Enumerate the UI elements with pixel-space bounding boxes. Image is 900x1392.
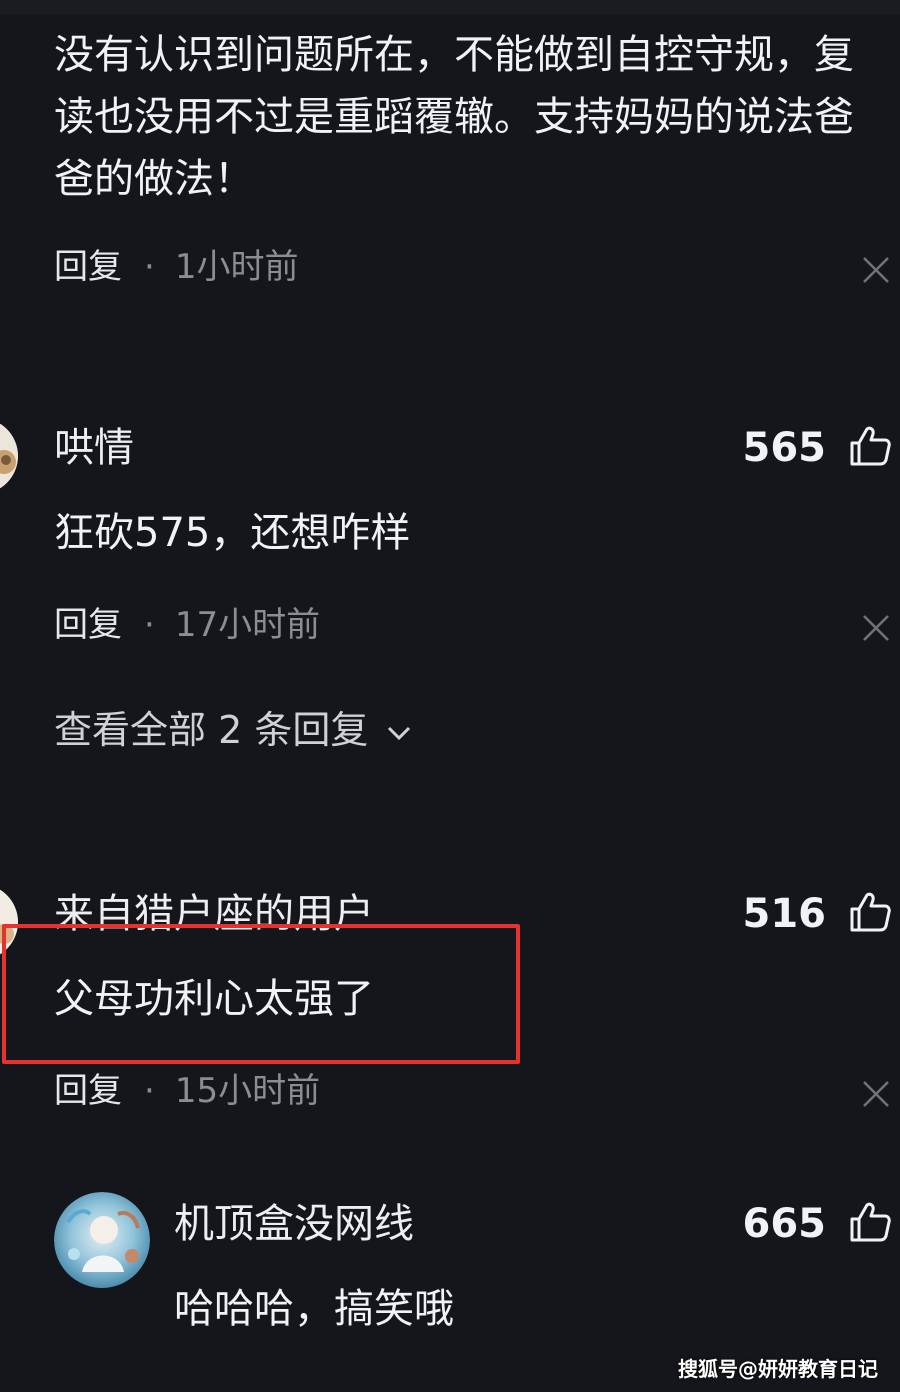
thumbs-up-icon[interactable] [848, 890, 892, 934]
comment-text-line: 读也没用不过是重蹈覆辙。支持妈妈的说法爸 [54, 94, 854, 140]
thumbs-up-icon[interactable] [848, 424, 892, 468]
reply-button[interactable]: 回复 [54, 605, 122, 645]
avatar-image [0, 423, 18, 489]
comment-time: 17小时前 [174, 605, 321, 645]
view-replies-label: 查看全部 2 条回复 [54, 708, 369, 752]
like-count: 665 [742, 1201, 827, 1247]
avatar[interactable] [54, 1192, 150, 1288]
view-all-replies-link[interactable]: 查看全部 2 条回复 [54, 706, 414, 754]
comment-time: 1小时前 [174, 247, 299, 287]
comment-meta: 回复 · 17小时前 [54, 603, 320, 647]
meta-separator: · [144, 247, 155, 287]
comment-meta: 回复 · 1小时前 [54, 245, 298, 289]
comment-text: 没有认识到问题所在，不能做到自控守规，复 读也没用不过是重蹈覆辙。支持妈妈的说法… [54, 24, 900, 210]
close-icon[interactable] [861, 1079, 891, 1109]
watermark: 搜狐号@妍妍教育日记 [678, 1357, 878, 1381]
reply-button[interactable]: 回复 [54, 247, 122, 287]
like-count: 565 [742, 425, 827, 471]
comment-text: 哈哈哈，搞笑哦 [174, 1286, 454, 1332]
username[interactable]: 机顶盒没网线 [174, 1200, 414, 1248]
close-icon[interactable] [861, 613, 891, 643]
meta-separator: · [144, 1071, 155, 1111]
comment-feed: 没有认识到问题所在，不能做到自控守规，复 读也没用不过是重蹈覆辙。支持妈妈的说法… [0, 0, 900, 1392]
comment-meta: 回复 · 15小时前 [54, 1069, 320, 1113]
comment-time: 15小时前 [174, 1071, 321, 1111]
avatar-image [54, 1192, 150, 1288]
meta-separator: · [144, 605, 155, 645]
close-icon[interactable] [861, 255, 891, 285]
chevron-down-icon [388, 726, 411, 740]
thumbs-up-icon[interactable] [848, 1200, 892, 1244]
comment-text-line: 爸的做法！ [54, 156, 254, 202]
like-count: 516 [742, 891, 827, 937]
comment-text: 父母功利心太强了 [54, 976, 374, 1022]
top-divider [0, 0, 900, 14]
reply-button[interactable]: 回复 [54, 1071, 122, 1111]
comment-text: 狂砍575，还想咋样 [54, 510, 411, 556]
avatar[interactable] [0, 418, 18, 494]
username[interactable]: 哄情 [54, 424, 134, 472]
comment-text-line: 没有认识到问题所在，不能做到自控守规，复 [54, 32, 854, 78]
